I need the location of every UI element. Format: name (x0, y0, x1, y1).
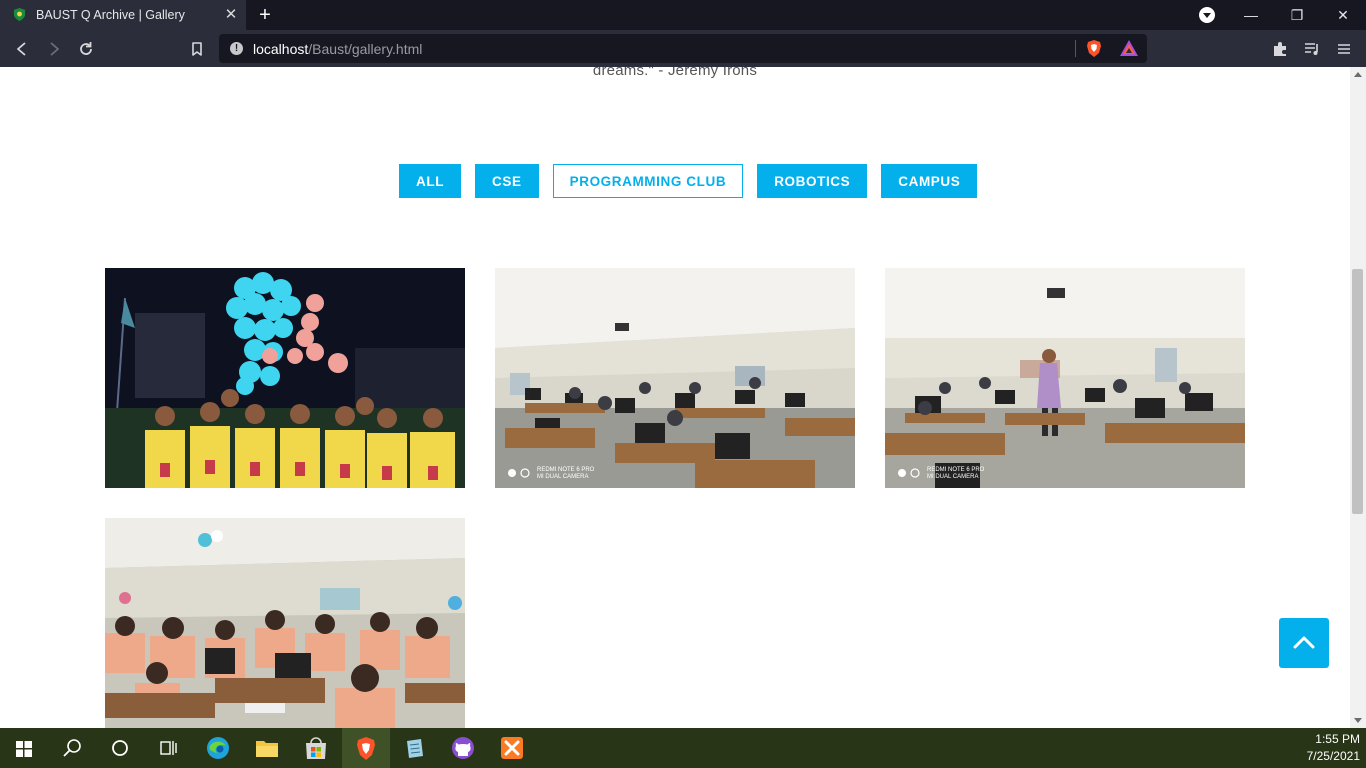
windows-taskbar: 1:55 PM 7/25/2021 (0, 728, 1366, 768)
notepad-icon[interactable] (390, 728, 438, 768)
page-viewport: dreams." - Jeremy Irons ALL CSE PROGRAMM… (0, 67, 1350, 728)
brave-shields-icon[interactable] (1085, 39, 1103, 58)
photo-watermark-line2: MI DUAL CAMERA (537, 474, 588, 480)
photo-watermark-line1: REDMI NOTE 6 PRO (927, 467, 985, 473)
forward-arrow-icon[interactable] (43, 38, 65, 60)
gallery-photo-contest-hall[interactable] (105, 518, 465, 728)
filter-robotics-button[interactable]: ROBOTICS (757, 164, 868, 198)
filter-programming-club-button[interactable]: PROGRAMMING CLUB (552, 164, 744, 198)
gallery-photo-balloons-group[interactable] (105, 268, 465, 488)
scroll-up-arrow-icon[interactable] (1354, 72, 1362, 77)
url-text[interactable]: localhost/Baust/gallery.html (253, 41, 422, 57)
filter-all-button[interactable]: ALL (399, 164, 462, 198)
brave-browser-icon[interactable] (342, 728, 390, 768)
address-bar[interactable]: ! localhost/Baust/gallery.html (219, 34, 1147, 63)
baust-logo-icon (13, 7, 26, 22)
file-explorer-icon[interactable] (243, 728, 291, 768)
search-icon[interactable] (48, 728, 96, 768)
browser-toolbar: ! localhost/Baust/gallery.html (0, 30, 1366, 67)
tab-search-dropdown-icon[interactable] (1199, 7, 1215, 23)
close-window-icon[interactable]: ✕ (1320, 0, 1366, 30)
photo-watermark-line1: REDMI NOTE 6 PRO (537, 467, 595, 473)
clock-date: 7/25/2021 (1306, 749, 1360, 763)
minimize-icon[interactable]: — (1228, 0, 1274, 30)
site-info-icon[interactable]: ! (230, 42, 243, 55)
browser-tab-gallery[interactable]: BAUST Q Archive | Gallery ✕ (0, 0, 246, 30)
browser-tab-bar: BAUST Q Archive | Gallery ✕ + — ❐ ✕ (0, 0, 1366, 30)
tab-close-icon[interactable]: ✕ (222, 6, 240, 24)
photo-watermark-line2: MI DUAL CAMERA (927, 474, 978, 480)
scrollbar-thumb[interactable] (1352, 269, 1363, 514)
gallery-filter-bar: ALL CSE PROGRAMMING CLUB ROBOTICS CAMPUS (399, 164, 978, 198)
github-desktop-icon[interactable] (439, 728, 487, 768)
filter-campus-button[interactable]: CAMPUS (881, 164, 978, 198)
microsoft-store-icon[interactable] (292, 728, 340, 768)
chevron-up-icon (1293, 636, 1315, 649)
edge-browser-icon[interactable] (194, 728, 242, 768)
page-scrollbar[interactable] (1350, 67, 1366, 728)
back-to-top-button[interactable] (1279, 618, 1329, 668)
reload-icon[interactable] (75, 38, 97, 60)
windows-start-icon[interactable] (0, 728, 48, 768)
filter-cse-button[interactable]: CSE (475, 164, 539, 198)
cortana-icon[interactable] (96, 728, 144, 768)
brave-rewards-icon[interactable] (1119, 39, 1139, 58)
bookmark-icon[interactable] (186, 38, 208, 60)
scroll-down-arrow-icon[interactable] (1354, 718, 1362, 723)
gallery-photo-computer-lab-2[interactable]: REDMI NOTE 6 PRO MI DUAL CAMERA (885, 268, 1245, 488)
omnibox-divider (1075, 40, 1076, 57)
system-clock[interactable]: 1:55 PM 7/25/2021 (1290, 731, 1360, 765)
restore-icon[interactable]: ❐ (1274, 0, 1320, 30)
media-playlist-icon[interactable] (1302, 39, 1322, 59)
xampp-icon[interactable] (488, 728, 536, 768)
back-arrow-icon[interactable] (11, 38, 33, 60)
quote-text: dreams." - Jeremy Irons (592, 67, 758, 79)
task-view-icon[interactable] (144, 728, 192, 768)
tab-title: BAUST Q Archive | Gallery (36, 8, 185, 22)
browser-menu-icon[interactable] (1334, 39, 1354, 59)
gallery-photo-computer-lab-1[interactable]: REDMI NOTE 6 PRO MI DUAL CAMERA (495, 268, 855, 488)
clock-time: 1:55 PM (1315, 732, 1360, 746)
new-tab-button[interactable]: + (254, 4, 276, 26)
extensions-puzzle-icon[interactable] (1270, 39, 1290, 59)
